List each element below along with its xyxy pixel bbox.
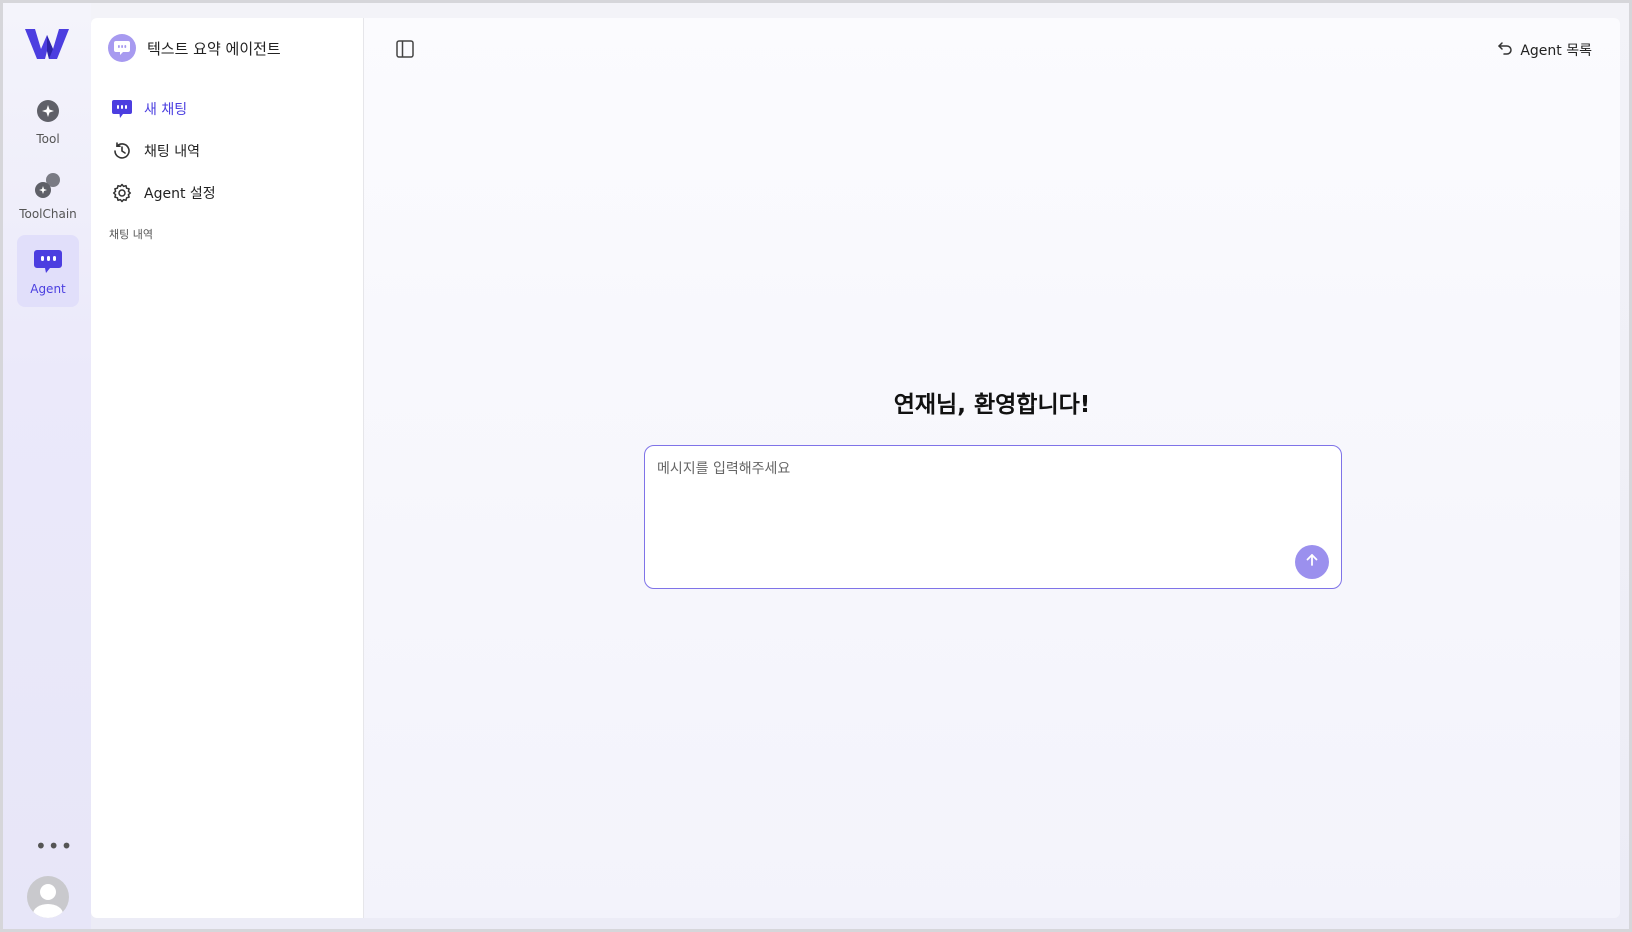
agent-icon — [33, 246, 63, 276]
agent-nav: 새 채팅 채팅 내역 Agent 설정 — [111, 88, 351, 214]
agent-avatar-icon — [108, 34, 136, 62]
welcome-heading: 연재님, 환영합니다! — [893, 392, 1091, 418]
chat-history-section-label: 채팅 내역 — [109, 228, 153, 241]
nav-item-agent-settings[interactable]: Agent 설정 — [111, 172, 351, 214]
agent-side-panel: 텍스트 요약 에이전트 새 채팅 채팅 내역 Agent 설정 채팅 내역 — [91, 18, 364, 918]
rail-item-toolchain[interactable]: ToolChain — [17, 160, 79, 232]
sidebar-toggle-icon[interactable] — [394, 38, 416, 60]
nav-item-label: Agent 설정 — [144, 186, 216, 202]
arrow-up-icon — [1304, 552, 1320, 572]
rail-item-tool[interactable]: Tool — [17, 85, 79, 157]
nav-item-new-chat[interactable]: 새 채팅 — [111, 88, 351, 130]
gear-icon — [111, 182, 133, 204]
message-composer — [644, 445, 1342, 589]
main-area: Agent 목록 연재님, 환영합니다! — [364, 18, 1620, 918]
icon-rail: Tool ToolChain Agent ••• — [3, 3, 91, 929]
history-icon — [111, 140, 133, 162]
undo-arrow-icon — [1497, 40, 1513, 60]
nav-item-label: 채팅 내역 — [144, 144, 200, 160]
send-button[interactable] — [1295, 545, 1329, 579]
agent-list-label: Agent 목록 — [1520, 43, 1592, 59]
toolchain-icon — [33, 171, 63, 201]
message-input[interactable] — [657, 458, 1277, 568]
rail-item-agent[interactable]: Agent — [17, 235, 79, 307]
rail-item-label: Tool — [36, 132, 60, 146]
app-window: Tool ToolChain Agent ••• 텍스트 요약 에이전트 새 채… — [0, 0, 1632, 932]
nav-item-label: 새 채팅 — [144, 102, 188, 118]
new-chat-icon — [111, 98, 133, 120]
nav-item-chat-history[interactable]: 채팅 내역 — [111, 130, 351, 172]
rail-item-label: ToolChain — [19, 207, 77, 221]
agent-title: 텍스트 요약 에이전트 — [147, 39, 281, 58]
agent-list-button[interactable]: Agent 목록 — [1497, 40, 1592, 60]
agent-header: 텍스트 요약 에이전트 — [108, 34, 281, 62]
rail-item-label: Agent — [30, 282, 66, 296]
avatar[interactable] — [27, 876, 69, 918]
tool-icon — [33, 96, 63, 126]
more-icon[interactable]: ••• — [35, 836, 73, 856]
w-logo-icon[interactable] — [23, 25, 71, 61]
